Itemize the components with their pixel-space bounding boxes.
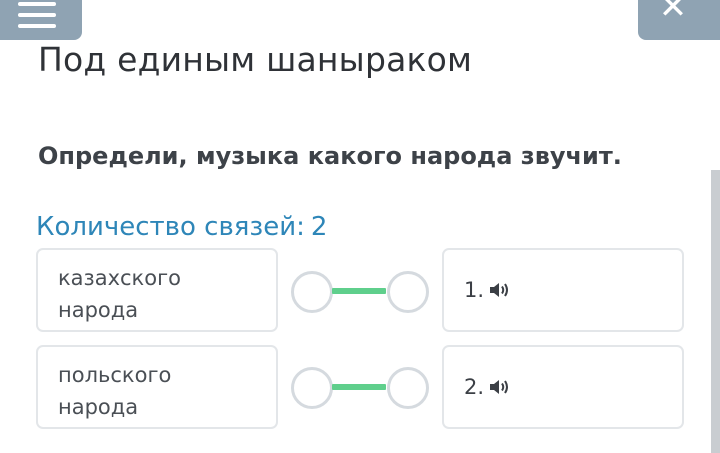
links-count-label: Количество связей: [36,212,305,242]
menu-button[interactable] [0,0,82,40]
connector-node-right[interactable] [387,367,429,409]
connector-node-left[interactable] [291,271,333,313]
connection-link[interactable] [288,364,432,412]
page-title: Под единым шаныраком [38,40,473,79]
answer-card-label: польского народа [58,363,172,419]
close-button[interactable]: ✕ [638,0,720,40]
answer-card-label: казахского народа [58,266,181,322]
answer-card-kazakh[interactable]: казахского народа [36,248,278,332]
links-count: Количество связей: 2 [36,212,327,242]
connection-line [332,384,386,390]
speaker-icon[interactable] [488,280,512,300]
question-text: Определи, музыка какого народа звучит. [38,142,622,170]
scrollbar[interactable] [711,170,720,453]
links-count-value: 2 [310,212,328,242]
connector-node-right[interactable] [387,271,429,313]
audio-card-number: 1. [464,278,485,302]
speaker-icon[interactable] [488,377,512,397]
connector-node-left[interactable] [291,367,333,409]
answer-card-polish[interactable]: польского народа [36,345,278,429]
audio-card-1[interactable]: 1. [442,248,684,332]
close-icon: ✕ [658,0,688,27]
hamburger-icon [18,2,56,28]
connection-line [332,288,386,294]
audio-card-2[interactable]: 2. [442,345,684,429]
connection-link[interactable] [288,268,432,316]
audio-card-number: 2. [464,375,485,399]
